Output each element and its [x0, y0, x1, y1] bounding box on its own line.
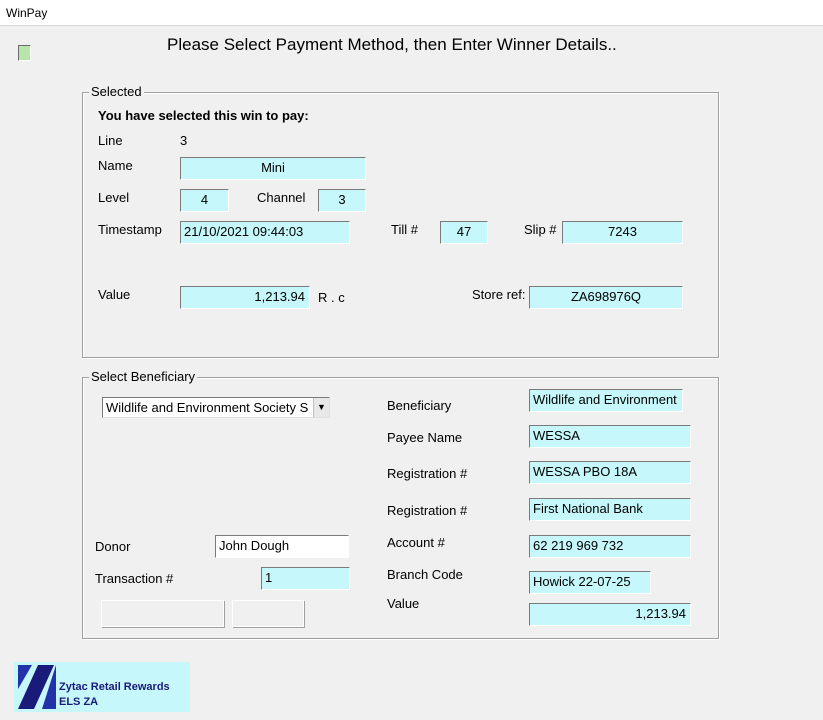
value-label: Value: [98, 287, 131, 302]
beneficiary-dropdown[interactable]: Wildlife and Environment Society S ▼: [102, 397, 330, 418]
window-title: WinPay: [6, 6, 48, 20]
account-label: Account #: [387, 535, 445, 550]
timestamp-label: Timestamp: [98, 222, 162, 237]
line-value: 3: [180, 133, 188, 148]
transaction-label: Transaction #: [95, 571, 174, 586]
beneficiary-dropdown-value: Wildlife and Environment Society S: [106, 400, 309, 415]
selected-intro: You have selected this win to pay:: [98, 108, 309, 123]
till-field: 47: [440, 221, 488, 244]
transaction-field: 1: [261, 567, 350, 590]
slip-field: 7243: [562, 221, 683, 244]
store-ref-label: Store ref:: [472, 287, 526, 302]
zytac-logo-icon: [18, 665, 56, 709]
slip-label: Slip #: [524, 222, 557, 237]
chevron-down-icon[interactable]: ▼: [313, 398, 329, 417]
name-field: Mini: [180, 157, 366, 180]
name-label: Name: [98, 158, 133, 173]
logo-line-1: Zytac Retail Rewards: [59, 681, 170, 693]
page-heading: Please Select Payment Method, then Enter…: [167, 35, 617, 54]
title-bar: WinPay: [0, 0, 823, 26]
registration-label-2: Registration #: [387, 503, 468, 518]
logo-line-2: ELS ZA: [59, 696, 99, 708]
value-field: 1,213.94: [180, 286, 310, 309]
branch-code-field: Howick 22-07-25: [529, 571, 651, 594]
level-field: 4: [180, 189, 229, 212]
registration-field-1: WESSA PBO 18A: [529, 461, 691, 484]
action-button-2[interactable]: [232, 600, 304, 627]
currency-label: R . c: [318, 290, 345, 305]
beneficiary-value-label: Value: [387, 596, 420, 611]
store-ref-field: ZA698976Q: [529, 286, 683, 309]
branch-code-label: Branch Code: [387, 567, 463, 582]
beneficiary-field: Wildlife and Environment: [529, 389, 683, 412]
timestamp-field: 21/10/2021 09:44:03: [180, 221, 350, 244]
beneficiary-value-field: 1,213.94: [529, 603, 691, 626]
status-indicator: [18, 45, 31, 61]
till-label: Till #: [391, 222, 418, 237]
selected-group-legend: Selected: [89, 84, 144, 100]
payee-name-label: Payee Name: [387, 430, 463, 445]
beneficiary-group-legend: Select Beneficiary: [89, 369, 198, 385]
registration-label-1: Registration #: [387, 466, 468, 481]
account-field: 62 219 969 732: [529, 535, 691, 558]
channel-field: 3: [318, 189, 366, 212]
action-button-1[interactable]: [101, 600, 224, 627]
company-logo: Zytac Retail Rewards ELS ZA: [14, 662, 190, 712]
payee-name-field: WESSA: [529, 425, 691, 448]
line-label: Line: [98, 133, 123, 148]
channel-label: Channel: [257, 190, 306, 205]
donor-label: Donor: [95, 539, 131, 554]
level-label: Level: [98, 190, 130, 205]
registration-field-2: First National Bank: [529, 498, 691, 521]
beneficiary-label: Beneficiary: [387, 398, 452, 413]
donor-input[interactable]: John Dough: [215, 535, 349, 558]
